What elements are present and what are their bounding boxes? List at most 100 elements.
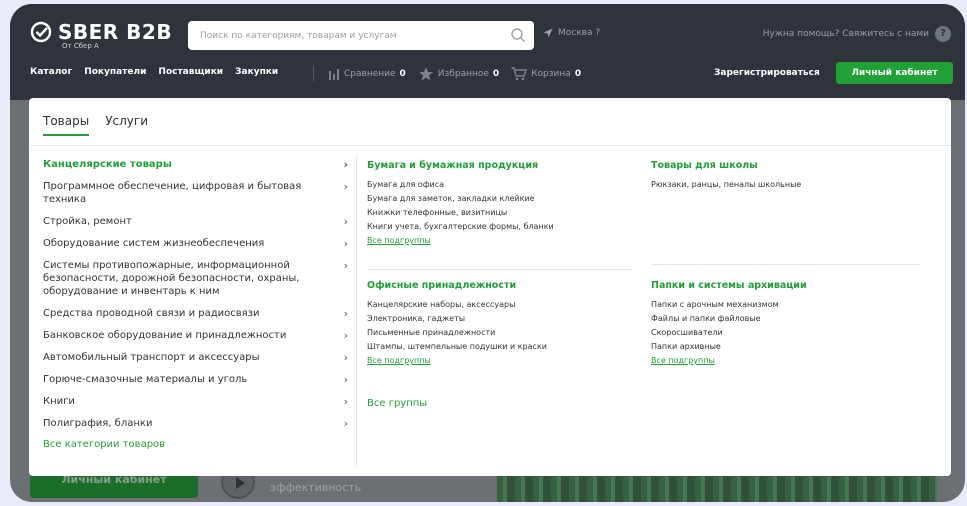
category-label: Банковское оборудование и принадлежности xyxy=(43,330,287,341)
personal-cabinet-button[interactable]: Личный кабинет xyxy=(836,62,953,84)
cart-label: Корзина xyxy=(531,69,571,79)
nav-catalog[interactable]: Каталог xyxy=(30,67,72,77)
category-item[interactable]: Полиграфия, бланки › xyxy=(43,417,348,430)
chevron-right-icon: › xyxy=(343,259,348,272)
logo[interactable]: SBER B2B От Сбер А xyxy=(30,20,172,50)
chevron-right-icon: › xyxy=(343,417,348,430)
search-icon[interactable] xyxy=(510,27,526,43)
category-item[interactable]: Средства проводной связи и радиосвязи › xyxy=(43,307,348,320)
category-item[interactable]: Книги › xyxy=(43,395,348,408)
category-label: Полиграфия, бланки xyxy=(43,418,153,429)
category-item[interactable]: Горюче-смазочные материалы и уголь › xyxy=(43,373,348,386)
cart-link[interactable]: Корзина 0 xyxy=(511,67,581,81)
all-subgroups-link[interactable]: Все подгруппы xyxy=(367,354,547,368)
compare-count: 0 xyxy=(399,69,406,79)
tab-services[interactable]: Услуги xyxy=(105,114,148,136)
star-icon xyxy=(418,67,433,81)
subgroup-item[interactable]: Бумага для заметок, закладки клейкие xyxy=(367,192,554,206)
category-item[interactable]: Канцелярские товары › xyxy=(43,158,348,171)
category-label: Средства проводной связи и радиосвязи xyxy=(43,308,260,319)
subgroup-item[interactable]: Книги учета, бухгалтерские формы, бланки xyxy=(367,220,554,234)
subgroup-item[interactable]: Электроника, гаджеты xyxy=(367,312,547,326)
chevron-right-icon: › xyxy=(343,215,348,228)
tabs-divider xyxy=(29,145,951,146)
subgroup-title[interactable]: Офисные принадлежности xyxy=(367,280,547,291)
chevron-right-icon: › xyxy=(343,307,348,320)
category-label: Канцелярские товары xyxy=(43,159,172,170)
catalog-dropdown: Товары Услуги Канцелярские товары › Прогр… xyxy=(29,98,951,476)
category-label: Горюче-смазочные материалы и уголь xyxy=(43,374,248,385)
compare-link[interactable]: Сравнение 0 xyxy=(328,68,406,80)
subgroup-title[interactable]: Бумага и бумажная продукция xyxy=(367,160,554,171)
chevron-right-icon: › xyxy=(343,158,348,171)
group-divider xyxy=(367,269,633,270)
subgroup-block: Офисные принадлежности Канцелярские набо… xyxy=(367,280,547,368)
subgroup-block: Папки и системы архивации Папки с арочны… xyxy=(651,280,807,368)
subgroup-item[interactable]: Штампы, штемпельные подушки и краски xyxy=(367,340,547,354)
category-label: Системы противопожарные, информационной … xyxy=(43,260,300,297)
favorites-label: Избранное xyxy=(437,69,489,79)
category-list: Канцелярские товары › Программное обеспеч… xyxy=(43,158,348,450)
search-box xyxy=(188,21,534,50)
category-item[interactable]: Программное обеспечение, цифровая и быто… xyxy=(43,180,348,206)
site-header: SBER B2B От Сбер А Москва ? Нужна помощь… xyxy=(10,4,965,100)
group-divider xyxy=(651,264,920,265)
subgroup-item[interactable]: Рюкзаки, ранцы, пеналы школьные xyxy=(651,178,801,192)
help-label: Нужна помощь? Свяжитесь с нами xyxy=(762,29,929,39)
subgroup-item[interactable]: Канцелярские наборы, аксессуары xyxy=(367,298,547,312)
register-link[interactable]: Зарегистрироваться xyxy=(714,68,820,78)
nav-divider xyxy=(313,65,314,81)
favorites-count: 0 xyxy=(492,69,500,79)
subgroup-block: Товары для школы Рюкзаки, ранцы, пеналы … xyxy=(651,160,801,192)
cart-count: 0 xyxy=(574,69,582,79)
all-groups-link[interactable]: Все группы xyxy=(367,398,427,409)
cart-icon xyxy=(511,67,528,81)
chevron-right-icon: › xyxy=(343,351,348,364)
subgroup-item[interactable]: Бумага для офиса xyxy=(367,178,554,192)
subgroup-block: Бумага и бумажная продукция Бумага для о… xyxy=(367,160,554,248)
subgroup-item[interactable]: Скоросшиватели xyxy=(651,326,807,340)
bg-text: эффективность xyxy=(270,481,362,494)
category-label: Оборудование систем жизнеобеспечения xyxy=(43,238,265,249)
help-icon: ? xyxy=(935,26,951,42)
help-link[interactable]: Нужна помощь? Свяжитесь с нами ? xyxy=(763,26,951,42)
compare-label: Сравнение xyxy=(344,69,396,79)
subgroup-title[interactable]: Товары для школы xyxy=(651,160,801,171)
subgroup-item[interactable]: Папки архивные xyxy=(651,340,807,354)
logo-text: SBER B2B xyxy=(58,20,173,44)
category-item[interactable]: Автомобильный транспорт и аксессуары › xyxy=(43,351,348,364)
nav-purchases[interactable]: Закупки xyxy=(235,67,278,77)
all-subgroups-link[interactable]: Все подгруппы xyxy=(651,354,807,368)
subgroup-item[interactable]: Книжки телефонные, визитницы xyxy=(367,206,554,220)
catalog-tabs: Товары Услуги xyxy=(43,114,148,136)
location-arrow-icon xyxy=(543,28,553,38)
compare-icon xyxy=(329,69,339,80)
chevron-right-icon: › xyxy=(343,180,348,193)
browser-window: Личный кабинет эффективность SBER B2B От… xyxy=(10,4,965,502)
category-label: Стройка, ремонт xyxy=(43,216,132,227)
category-label: Книги xyxy=(43,396,75,407)
category-item[interactable]: Стройка, ремонт › xyxy=(43,215,348,228)
category-item[interactable]: Банковское оборудование и принадлежности… xyxy=(43,329,348,342)
all-subgroups-link[interactable]: Все подгруппы xyxy=(367,234,554,248)
search-input[interactable] xyxy=(188,21,488,50)
column-divider xyxy=(356,156,357,466)
subgroup-item[interactable]: Папки с арочным механизмом xyxy=(651,298,807,312)
nav-buyers[interactable]: Покупатели xyxy=(84,67,146,77)
header-tools: Сравнение 0 Избранное 0 Корзина 0 xyxy=(328,66,581,82)
category-label: Автомобильный транспорт и аксессуары xyxy=(43,352,260,363)
city-label: Москва ? xyxy=(558,28,601,38)
chevron-right-icon: › xyxy=(343,329,348,342)
all-categories-link[interactable]: Все категории товаров xyxy=(43,439,348,450)
sber-logo-icon xyxy=(30,21,52,43)
category-item[interactable]: Оборудование систем жизнеобеспечения › xyxy=(43,237,348,250)
subgroup-item[interactable]: Файлы и папки файловые xyxy=(651,312,807,326)
tab-goods[interactable]: Товары xyxy=(43,114,90,136)
nav-suppliers[interactable]: Поставщики xyxy=(158,67,223,77)
favorites-link[interactable]: Избранное 0 xyxy=(418,66,499,82)
subgroup-title[interactable]: Папки и системы архивации xyxy=(651,280,807,291)
category-item[interactable]: Системы противопожарные, информационной … xyxy=(43,259,348,298)
city-selector[interactable]: Москва ? xyxy=(543,28,600,38)
chevron-right-icon: › xyxy=(343,373,348,386)
subgroup-item[interactable]: Письменные принадлежности xyxy=(367,326,547,340)
